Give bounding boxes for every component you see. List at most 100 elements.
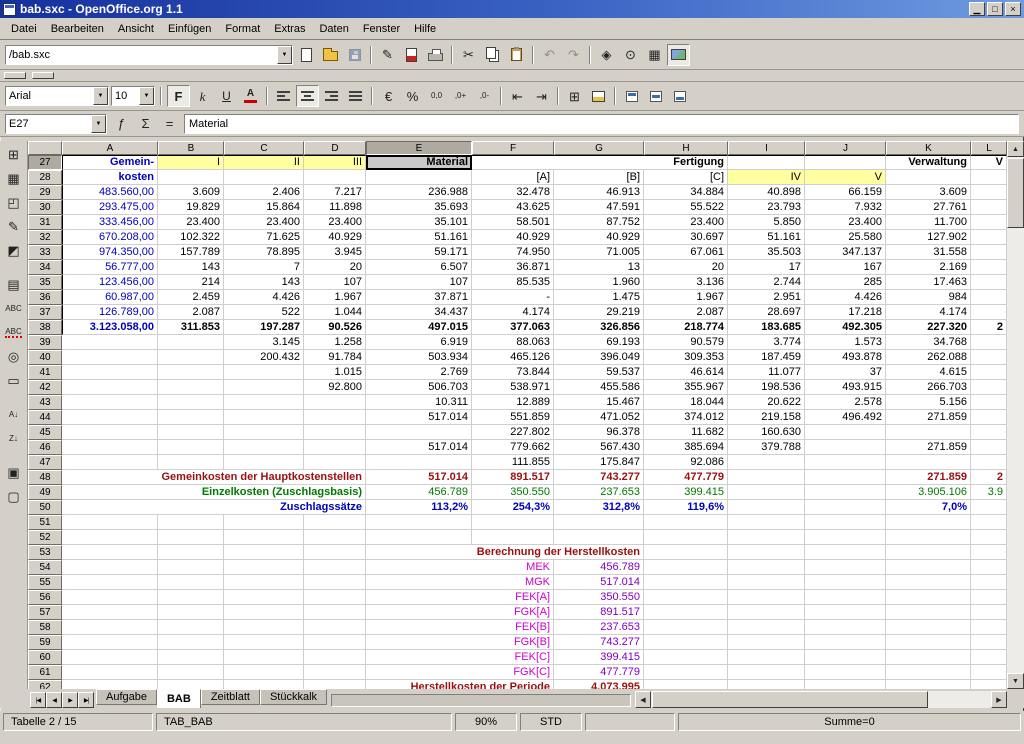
- row-header-59[interactable]: 59: [28, 635, 62, 650]
- row-header-44[interactable]: 44: [28, 410, 62, 425]
- cell-K47[interactable]: [886, 455, 971, 470]
- cell-F52[interactable]: [472, 530, 554, 545]
- cell-K58[interactable]: [886, 620, 971, 635]
- cell-H53[interactable]: [644, 545, 728, 560]
- cell-A60[interactable]: [62, 650, 158, 665]
- cell-B52[interactable]: [158, 530, 224, 545]
- cell-G46[interactable]: 567.430: [554, 440, 644, 455]
- cell-B38[interactable]: 311.853: [158, 320, 224, 335]
- cell-K48[interactable]: 271.859: [886, 470, 971, 485]
- cell-J57[interactable]: [805, 605, 886, 620]
- cell-D58[interactable]: [304, 620, 366, 635]
- cell-E49[interactable]: 456.789: [366, 485, 472, 500]
- cell-D42[interactable]: 92.800: [304, 380, 366, 395]
- cell-H33[interactable]: 67.061: [644, 245, 728, 260]
- cell-G49[interactable]: 237.653: [554, 485, 644, 500]
- cell-J34[interactable]: 167: [805, 260, 886, 275]
- cell-J48[interactable]: [805, 470, 886, 485]
- url-input[interactable]: [6, 47, 277, 63]
- cell-K51[interactable]: [886, 515, 971, 530]
- cell-C62[interactable]: [224, 680, 304, 689]
- cell-A52[interactable]: [62, 530, 158, 545]
- cell-I53[interactable]: [728, 545, 805, 560]
- cell-G36[interactable]: 1.475: [554, 290, 644, 305]
- cell-H51[interactable]: [644, 515, 728, 530]
- cell-A39[interactable]: [62, 335, 158, 350]
- cell-I59[interactable]: [728, 635, 805, 650]
- cell-E43[interactable]: 10.311: [366, 395, 472, 410]
- cell-E28[interactable]: [366, 170, 472, 185]
- cell-H56[interactable]: [644, 590, 728, 605]
- cell-I52[interactable]: [728, 530, 805, 545]
- borders-button[interactable]: ⊞: [563, 85, 586, 107]
- cell-I36[interactable]: 2.951: [728, 290, 805, 305]
- maximize-button[interactable]: □: [987, 2, 1003, 16]
- cell-A62[interactable]: [62, 680, 158, 689]
- cell-E34[interactable]: 6.507: [366, 260, 472, 275]
- cell-L55[interactable]: [971, 575, 1007, 590]
- cell-D52[interactable]: [304, 530, 366, 545]
- cell-G58[interactable]: 237.653: [554, 620, 644, 635]
- draw-functions-icon[interactable]: ✎: [2, 215, 26, 238]
- first-sheet-button[interactable]: |◀: [30, 692, 46, 708]
- cell-G39[interactable]: 69.193: [554, 335, 644, 350]
- cell-F36[interactable]: -: [472, 290, 554, 305]
- cell-G47[interactable]: 175.847: [554, 455, 644, 470]
- scroll-up-icon[interactable]: ▲: [1007, 141, 1024, 157]
- cell-A55[interactable]: [62, 575, 158, 590]
- cell-K49[interactable]: 3.905.106: [886, 485, 971, 500]
- currency-format-button[interactable]: €: [377, 85, 400, 107]
- cell-D27[interactable]: III: [304, 155, 366, 170]
- cell-L49[interactable]: 3.9: [971, 485, 1007, 500]
- decrease-indent-button[interactable]: ⇤: [506, 85, 529, 107]
- cell-C37[interactable]: 522: [224, 305, 304, 320]
- cell-J46[interactable]: [805, 440, 886, 455]
- cell-A42[interactable]: [62, 380, 158, 395]
- function-wizard-icon[interactable]: ƒ: [110, 113, 133, 135]
- cell-B32[interactable]: 102.322: [158, 230, 224, 245]
- cell-C61[interactable]: [224, 665, 304, 680]
- cell-J30[interactable]: 7.932: [805, 200, 886, 215]
- cell-reference-input[interactable]: [6, 116, 91, 132]
- cell-G38[interactable]: 326.856: [554, 320, 644, 335]
- cell-J61[interactable]: [805, 665, 886, 680]
- align-left-button[interactable]: [272, 85, 295, 107]
- cell-I57[interactable]: [728, 605, 805, 620]
- row-header-31[interactable]: 31: [28, 215, 62, 230]
- cell-C28[interactable]: [224, 170, 304, 185]
- cell-B61[interactable]: [158, 665, 224, 680]
- cell-K56[interactable]: [886, 590, 971, 605]
- cell-D55[interactable]: [304, 575, 366, 590]
- cell-E48[interactable]: 517.014: [366, 470, 472, 485]
- cell-D54[interactable]: [304, 560, 366, 575]
- cell-D45[interactable]: [304, 425, 366, 440]
- cell-F44[interactable]: 551.859: [472, 410, 554, 425]
- cell-D46[interactable]: [304, 440, 366, 455]
- cell-G52[interactable]: [554, 530, 644, 545]
- row-header-28[interactable]: 28: [28, 170, 62, 185]
- cell-J42[interactable]: 493.915: [805, 380, 886, 395]
- cell-I54[interactable]: [728, 560, 805, 575]
- cell-D43[interactable]: [304, 395, 366, 410]
- cell-I41[interactable]: 11.077: [728, 365, 805, 380]
- cell-K40[interactable]: 262.088: [886, 350, 971, 365]
- cell-I60[interactable]: [728, 650, 805, 665]
- cell-H44[interactable]: 374.012: [644, 410, 728, 425]
- cell-F39[interactable]: 88.063: [472, 335, 554, 350]
- cell-E38[interactable]: 497.015: [366, 320, 472, 335]
- cell-A46[interactable]: [62, 440, 158, 455]
- cell-H62[interactable]: [644, 680, 728, 689]
- column-header-B[interactable]: B: [158, 141, 224, 155]
- form-functions-icon[interactable]: ◩: [2, 239, 26, 262]
- cell-H32[interactable]: 30.697: [644, 230, 728, 245]
- row-header-56[interactable]: 56: [28, 590, 62, 605]
- menu-item-extras[interactable]: Extras: [267, 20, 312, 38]
- align-justify-button[interactable]: [344, 85, 367, 107]
- cell-F32[interactable]: 40.929: [472, 230, 554, 245]
- cell-J55[interactable]: [805, 575, 886, 590]
- cell-C51[interactable]: [224, 515, 304, 530]
- cell-I49[interactable]: [728, 485, 805, 500]
- cell-A30[interactable]: 293.475,00: [62, 200, 158, 215]
- row-header-55[interactable]: 55: [28, 575, 62, 590]
- cell-J59[interactable]: [805, 635, 886, 650]
